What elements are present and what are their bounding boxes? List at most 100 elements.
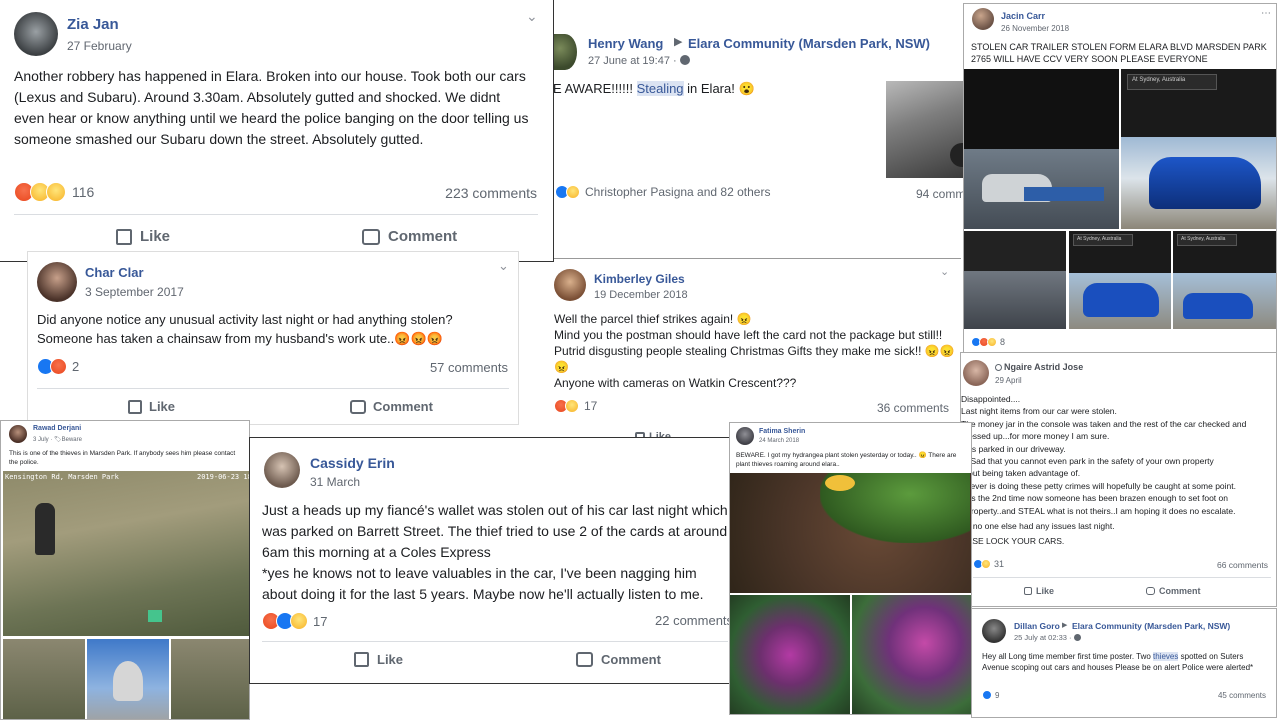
chevron-down-icon[interactable]: ⌄ <box>498 258 509 274</box>
comment-button[interactable]: Comment <box>576 652 661 667</box>
like-button[interactable]: Like <box>354 652 403 667</box>
post-date[interactable]: 31 March <box>310 475 360 489</box>
author-name[interactable]: Cassidy Erin <box>310 455 395 471</box>
reaction-count[interactable]: 8 <box>1000 337 1005 347</box>
post-meta[interactable]: 3 July · 🏷Beware <box>33 436 82 443</box>
comment-count[interactable]: 94 comm <box>916 187 963 201</box>
globe-icon <box>679 55 690 65</box>
comment-icon <box>576 652 593 667</box>
author-name[interactable]: Fatima Sherin <box>759 428 805 435</box>
author-name[interactable]: Rawad Derjani <box>33 425 81 432</box>
avatar[interactable] <box>736 427 754 445</box>
author-name[interactable]: Ngaire Astrid Jose <box>1004 362 1083 372</box>
author-name[interactable]: Char Clar <box>85 265 144 280</box>
reaction-count[interactable]: 116 <box>72 184 94 200</box>
author-name[interactable]: Kimberley Giles <box>594 272 685 286</box>
garden-photo-3[interactable] <box>852 595 971 714</box>
post-text: Did anyone notice any unusual activity l… <box>37 312 453 346</box>
reactions-summary[interactable]: Christopher Pasigna and 82 others <box>555 185 770 199</box>
reaction-count[interactable]: 9 <box>995 691 999 700</box>
photo-1[interactable] <box>964 69 1119 229</box>
comment-count[interactable]: 22 comments <box>655 613 730 628</box>
chevron-down-icon[interactable]: ⌄ <box>940 265 949 278</box>
like-button[interactable]: Like <box>116 228 170 245</box>
post-ngaire: Ngaire Astrid Jose 29 April Disappointed… <box>960 352 1277 607</box>
video-thumbnail[interactable] <box>886 81 963 178</box>
reaction-count[interactable]: 2 <box>72 359 79 374</box>
comment-button[interactable]: Comment <box>362 228 457 245</box>
author-name[interactable]: Henry Wang <box>588 36 663 51</box>
reaction-count[interactable]: 17 <box>313 614 327 629</box>
reactions-summary[interactable]: 2 <box>37 358 79 375</box>
garden-photo-1[interactable] <box>730 473 971 593</box>
reaction-count[interactable]: 31 <box>994 559 1004 569</box>
play-icon[interactable] <box>950 143 963 167</box>
comment-count[interactable]: 223 comments <box>445 185 537 201</box>
post-date[interactable]: 3 September 2017 <box>85 285 184 299</box>
cctv-photo-4[interactable] <box>171 639 249 719</box>
post-date[interactable]: 24 March 2018 <box>759 438 799 444</box>
reactions-summary[interactable]: 116 <box>14 182 94 202</box>
chevron-down-icon[interactable]: ⌄ <box>526 8 538 25</box>
post-text: Hey all Long time member first time post… <box>982 651 1272 673</box>
post-date[interactable]: 27 February <box>67 39 132 53</box>
comment-count[interactable]: 57 comments <box>430 360 508 375</box>
photo-3[interactable] <box>964 231 1066 329</box>
reactions-summary[interactable]: 31 <box>973 559 1004 569</box>
comment-count[interactable]: 45 comments <box>1218 691 1266 700</box>
comment-label: Comment <box>388 228 458 245</box>
like-button[interactable]: Like <box>128 399 175 414</box>
post-date[interactable]: 26 November 2018 <box>1001 24 1069 33</box>
like-reaction-icon <box>982 690 992 700</box>
avatar[interactable] <box>972 8 994 30</box>
group-name[interactable]: Elara Community (Marsden Park, NSW) <box>1072 621 1230 631</box>
location-label: At Sydney, Australia <box>1181 236 1226 242</box>
post-text: STOLEN CAR TRAILER STOLEN FORM ELARA BLV… <box>971 42 1267 64</box>
reactions-summary[interactable]: 9 <box>982 690 999 700</box>
group-name[interactable]: Elara Community (Marsden Park, NSW) <box>688 36 930 51</box>
avatar[interactable] <box>264 452 300 488</box>
avatar[interactable] <box>37 262 77 302</box>
post-rawad: Rawad Derjani 3 July · 🏷Beware This is o… <box>0 420 250 720</box>
author-name[interactable]: Dillan Goro <box>1014 621 1060 631</box>
post-date-text[interactable]: 25 July at 02:33 · <box>1014 633 1074 642</box>
avatar[interactable] <box>982 619 1006 643</box>
reaction-count[interactable]: 17 <box>584 399 597 413</box>
comment-count[interactable]: 66 comments <box>1217 560 1268 570</box>
comment-count[interactable]: 36 comments <box>877 401 949 415</box>
author-name[interactable]: Jacin Carr <box>1001 11 1045 21</box>
reactions-summary[interactable]: 8 <box>971 337 1005 347</box>
avatar[interactable] <box>963 360 989 386</box>
avatar[interactable] <box>554 269 586 301</box>
comment-button[interactable]: Comment <box>1146 586 1201 596</box>
reactions-summary[interactable]: 17 <box>262 612 327 630</box>
post-date[interactable]: 29 April <box>995 376 1022 385</box>
like-button[interactable]: Like <box>1024 586 1054 596</box>
arrow-icon: ▶ <box>674 36 683 48</box>
avatar[interactable] <box>9 425 27 443</box>
post-date[interactable]: 19 December 2018 <box>594 289 688 301</box>
comment-button[interactable]: Comment <box>350 399 433 414</box>
photo-2[interactable]: At Sydney, Australia <box>1121 69 1276 229</box>
cctv-photo-main[interactable]: Kensington Rd, Marsden Park 2019-06-23 1… <box>3 471 249 636</box>
post-date[interactable]: 27 June at 19:47 · <box>588 55 690 67</box>
comment-label: Comment <box>373 399 433 414</box>
post-date-text[interactable]: 27 June at 19:47 · <box>588 55 680 67</box>
hashtag-link[interactable]: Stealing <box>636 81 684 96</box>
post-dillan: Dillan Goro ▶ Elara Community (Marsden P… <box>971 608 1277 718</box>
cctv-photo-2[interactable] <box>3 639 85 719</box>
reactions-summary[interactable]: 17 <box>554 399 597 413</box>
reactors-text[interactable]: Christopher Pasigna and 82 others <box>585 185 770 199</box>
post-date[interactable]: 25 July at 02:33 · <box>1014 633 1081 642</box>
comment-label: Comment <box>601 652 661 667</box>
photo-4[interactable]: At Sydney, Australia <box>1069 231 1171 329</box>
more-icon[interactable]: ⋯ <box>1261 8 1271 19</box>
post-text-2: *yes he knows not to leave valuables in … <box>262 565 704 602</box>
cctv-photo-3[interactable] <box>87 639 169 719</box>
hashtag-link[interactable]: thieves <box>1153 652 1179 661</box>
avatar[interactable] <box>553 34 577 70</box>
garden-photo-2[interactable] <box>730 595 850 714</box>
photo-5[interactable]: At Sydney, Australia <box>1173 231 1276 329</box>
avatar[interactable] <box>14 12 58 56</box>
author-name[interactable]: Zia Jan <box>67 16 119 33</box>
